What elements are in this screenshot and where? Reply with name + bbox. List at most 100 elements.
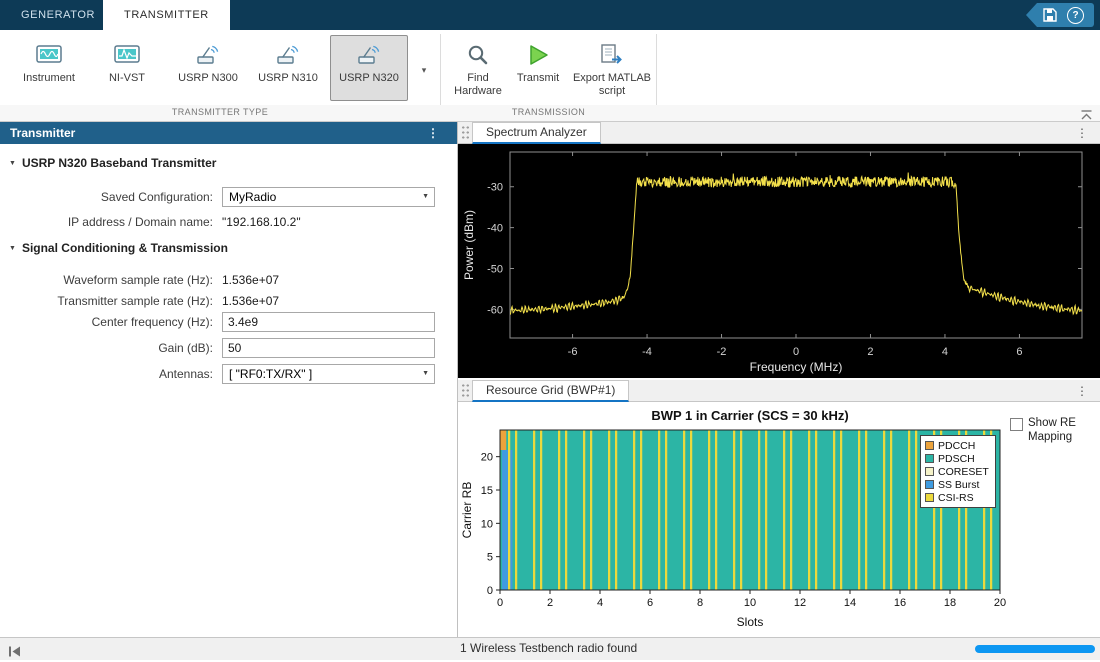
- play-icon: [510, 41, 566, 69]
- svg-text:Power (dBm): Power (dBm): [462, 210, 476, 280]
- transmitter-type-instrument[interactable]: Instrument: [12, 35, 86, 101]
- button-label: Transmit: [510, 72, 566, 85]
- section-title: Signal Conditioning & Transmission: [22, 241, 228, 255]
- svg-text:-30: -30: [487, 182, 503, 194]
- status-message: 1 Wireless Testbench radio found: [460, 638, 637, 659]
- svg-text:16: 16: [894, 597, 906, 609]
- toolstrip-tab-bar: GENERATOR TRANSMITTER ?: [0, 0, 1100, 30]
- usrp-radio-icon: [171, 41, 245, 69]
- usrp-radio-icon: [251, 41, 325, 69]
- ribbon: Instrument NI-VST USRP N300 USRP N310 US…: [0, 30, 1100, 122]
- svg-text:Slots: Slots: [737, 615, 764, 629]
- dropdown-value: MyRadio: [229, 190, 276, 204]
- resource-grid-tabstrip: Resource Grid (BWP#1) ⋮: [458, 380, 1100, 402]
- button-label: Instrument: [13, 72, 85, 85]
- svg-text:0: 0: [497, 597, 503, 609]
- show-re-mapping-checkbox[interactable]: [1010, 418, 1023, 431]
- button-label: USRP N320: [331, 72, 407, 85]
- resource-grid-panel: BWP 1 in Carrier (SCS = 30 kHz) 02468101…: [458, 402, 1100, 637]
- svg-text:6: 6: [647, 597, 653, 609]
- find-hardware-button[interactable]: Find Hardware: [447, 35, 509, 101]
- section-label-transmitter-type: TRANSMITTER TYPE: [0, 107, 440, 117]
- transmitter-type-usrp-n320[interactable]: USRP N320: [330, 35, 408, 101]
- spectrum-options-kebab[interactable]: ⋮: [1076, 122, 1088, 144]
- svg-text:-4: -4: [642, 346, 652, 358]
- svg-text:Frequency (MHz): Frequency (MHz): [750, 360, 843, 374]
- help-icon[interactable]: ?: [1067, 7, 1084, 24]
- svg-text:Carrier RB: Carrier RB: [460, 482, 474, 539]
- svg-text:8: 8: [697, 597, 703, 609]
- save-icon[interactable]: [1043, 8, 1057, 22]
- legend-item: PDCCH: [925, 439, 989, 452]
- svg-text:15: 15: [481, 485, 493, 497]
- transmitter-type-usrp-n310[interactable]: USRP N310: [250, 35, 326, 101]
- panel-title-bar: Transmitter ⋮: [0, 122, 457, 144]
- gain-input[interactable]: [222, 338, 435, 358]
- legend-item: CORESET: [925, 465, 989, 478]
- svg-text:4: 4: [942, 346, 948, 358]
- svg-text:20: 20: [481, 452, 493, 464]
- panel-title: Transmitter: [10, 126, 75, 140]
- spectrum-analyzer-panel: -6-4-20246-30-40-50-60Frequency (MHz)Pow…: [458, 144, 1100, 378]
- collapse-arrow-icon: ▼: [9, 245, 16, 252]
- svg-text:0: 0: [487, 585, 493, 597]
- transmitter-sample-rate-value: 1.536e+07: [222, 294, 279, 308]
- svg-text:-60: -60: [487, 304, 503, 316]
- svg-text:6: 6: [1016, 346, 1022, 358]
- legend-swatch: [925, 480, 934, 489]
- field-label: Saved Configuration:: [0, 190, 213, 204]
- tab-resource-grid[interactable]: Resource Grid (BWP#1): [472, 380, 629, 402]
- svg-text:12: 12: [794, 597, 806, 609]
- legend-label: CORESET: [938, 466, 989, 478]
- export-script-button[interactable]: Export MATLAB script: [571, 35, 653, 101]
- legend-item: SS Burst: [925, 478, 989, 491]
- svg-text:2: 2: [547, 597, 553, 609]
- tab-spectrum-analyzer[interactable]: Spectrum Analyzer: [472, 122, 601, 144]
- field-label: IP address / Domain name:: [0, 215, 213, 229]
- legend-swatch: [925, 454, 934, 463]
- ni-vst-icon: [95, 41, 159, 69]
- grid-options-kebab[interactable]: ⋮: [1076, 380, 1088, 402]
- section-header-usrp[interactable]: ▼ USRP N320 Baseband Transmitter: [9, 156, 216, 170]
- field-label: Gain (dB):: [0, 341, 213, 355]
- instrument-icon: [13, 41, 85, 69]
- button-label: Export MATLAB script: [572, 72, 652, 98]
- button-label: USRP N310: [251, 72, 325, 85]
- transmit-button[interactable]: Transmit: [509, 35, 567, 101]
- chevron-down-icon: ▾: [422, 65, 427, 76]
- panel-drag-grip[interactable]: [461, 125, 470, 140]
- button-label: Find Hardware: [448, 72, 508, 98]
- legend-label: PDSCH: [938, 453, 975, 465]
- svg-text:-50: -50: [487, 264, 503, 276]
- legend-label: CSI-RS: [938, 492, 974, 504]
- antennas-dropdown[interactable]: [ "RF0:TX/RX" ] ▼: [222, 364, 435, 384]
- collapse-arrow-icon: ▼: [9, 160, 16, 167]
- panel-drag-grip[interactable]: [461, 383, 470, 398]
- section-header-signal[interactable]: ▼ Signal Conditioning & Transmission: [9, 241, 228, 255]
- field-label: Waveform sample rate (Hz):: [0, 273, 213, 287]
- button-label: NI-VST: [95, 72, 159, 85]
- svg-text:18: 18: [944, 597, 956, 609]
- svg-text:20: 20: [994, 597, 1006, 609]
- dropdown-value: [ "RF0:TX/RX" ]: [229, 367, 312, 381]
- saved-configuration-dropdown[interactable]: MyRadio ▼: [222, 187, 435, 207]
- center-frequency-input[interactable]: [222, 312, 435, 332]
- tab-transmitter[interactable]: TRANSMITTER: [103, 0, 230, 30]
- collapse-left-panel-icon[interactable]: [8, 644, 21, 662]
- transmitter-type-usrp-n300[interactable]: USRP N300: [170, 35, 246, 101]
- transmitter-type-overflow-button[interactable]: ▾: [412, 35, 436, 101]
- field-label: Transmitter sample rate (Hz):: [0, 294, 213, 308]
- ribbon-section-strip: TRANSMITTER TYPE TRANSMISSION: [0, 105, 1100, 121]
- svg-text:-6: -6: [568, 346, 578, 358]
- progress-bar: [975, 645, 1095, 653]
- tab-generator[interactable]: GENERATOR: [0, 0, 116, 30]
- panel-options-kebab[interactable]: ⋮: [427, 122, 439, 144]
- section-title: USRP N320 Baseband Transmitter: [22, 156, 217, 170]
- svg-text:0: 0: [793, 346, 799, 358]
- legend-swatch: [925, 493, 934, 502]
- ip-address-value: "192.168.10.2": [222, 215, 301, 229]
- svg-text:5: 5: [487, 552, 493, 564]
- status-bar: 1 Wireless Testbench radio found: [0, 637, 1100, 660]
- transmitter-type-ni-vst[interactable]: NI-VST: [94, 35, 160, 101]
- grid-legend: PDCCHPDSCHCORESETSS BurstCSI-RS: [920, 435, 996, 508]
